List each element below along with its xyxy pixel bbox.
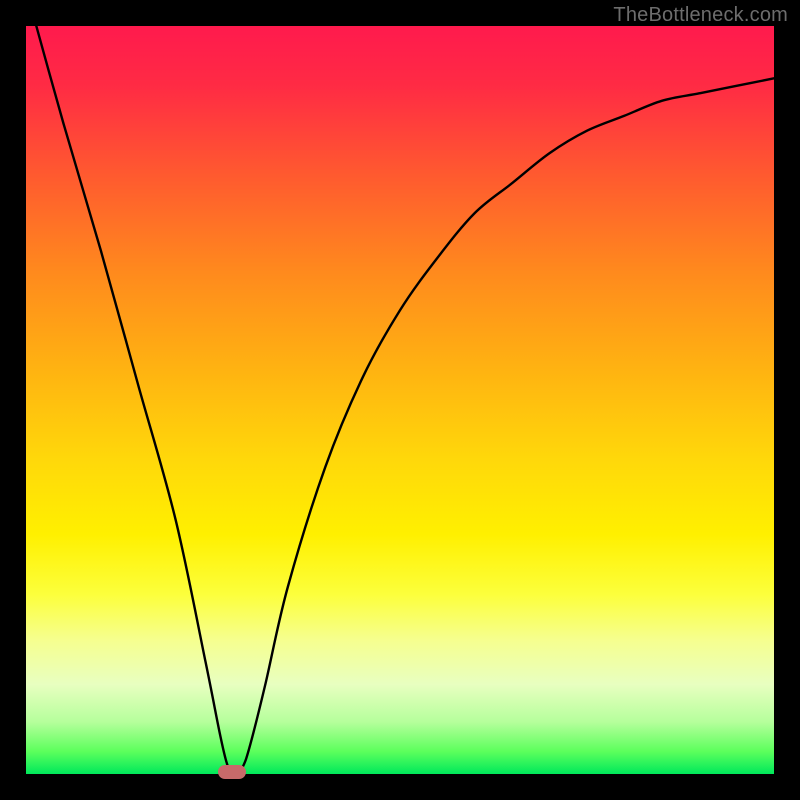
- curve-path: [26, 0, 774, 774]
- optimum-marker: [218, 765, 246, 779]
- chart-frame: TheBottleneck.com: [0, 0, 800, 800]
- watermark-text: TheBottleneck.com: [613, 4, 788, 27]
- bottleneck-curve: [26, 26, 774, 774]
- plot-area: [26, 26, 774, 774]
